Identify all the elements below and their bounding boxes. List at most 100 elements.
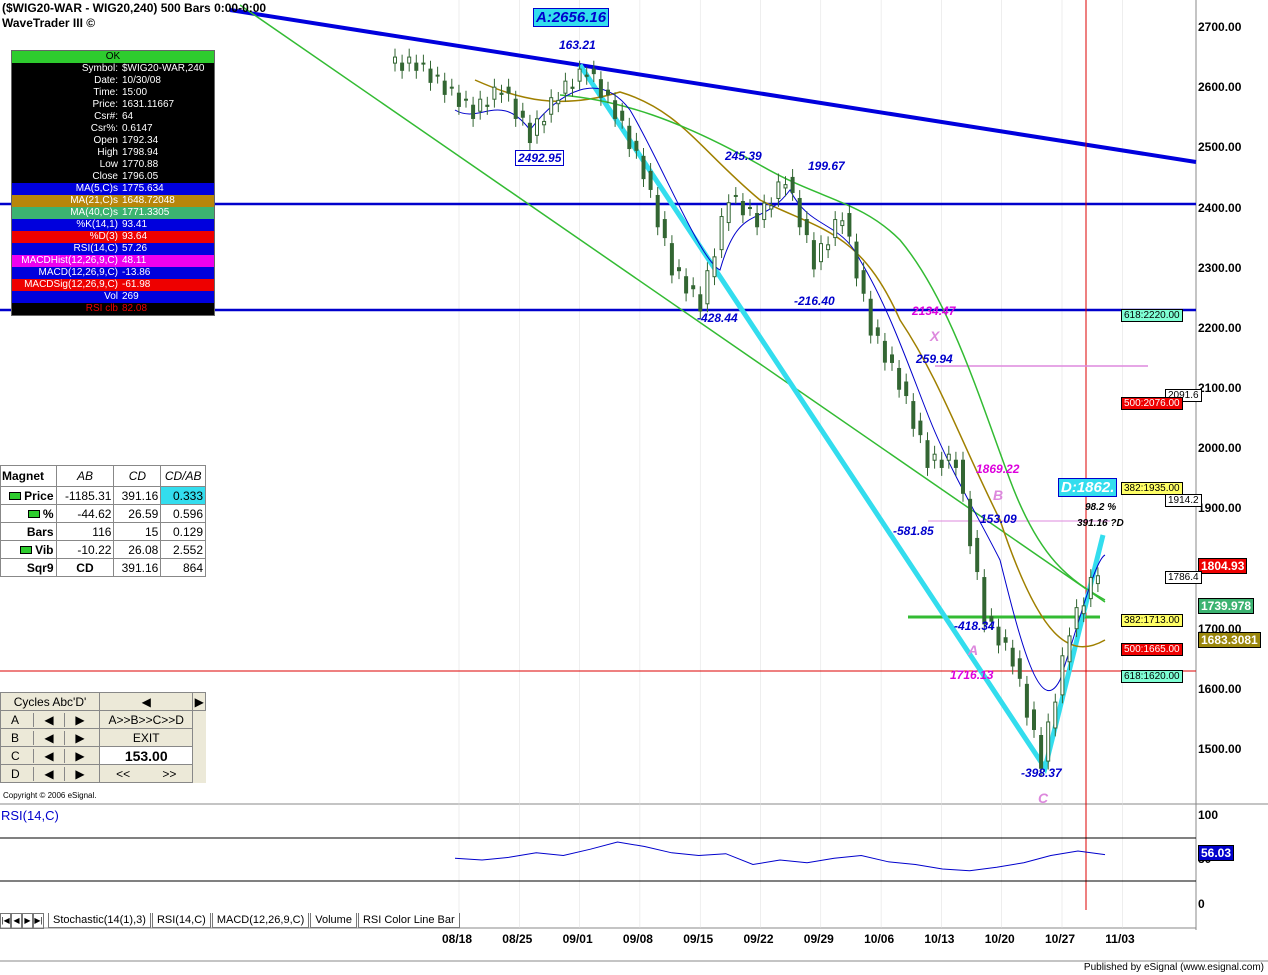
label-b: B [993,487,1004,503]
candle-body [847,213,852,237]
info-row: Symbol: $WIG20-WAR,240 [12,63,214,75]
cycle-value: 153.00 [98,746,194,765]
cycle-left-button[interactable]: ◀ [33,730,64,745]
candle-body [740,200,745,216]
tab-scroll-last-icon[interactable]: ▶| [33,913,44,929]
info-value: -61.98 [122,279,151,290]
indicator-tab[interactable]: Stochastic(14(1),3) [48,913,151,928]
candle-body [677,267,681,272]
candle-body [691,285,696,290]
cycle-left-button[interactable]: ◀ [33,748,64,763]
cycle-left-button[interactable]: ◀ [33,712,64,727]
price-tick: 1900.00 [1198,501,1242,516]
ma21-line [474,79,1106,648]
cycles-next-button[interactable]: ▶ [192,692,206,711]
candle-body [1053,701,1058,729]
info-value: 48.11 [122,255,147,266]
label-1716: 1716.13 [950,668,994,682]
candle-body [882,340,887,363]
abcd-button[interactable]: A>>B>>C>>D [98,710,194,729]
rsi-axis-0: 0 [1198,897,1205,911]
price-tick: 2000.00 [1198,441,1242,456]
rewind-button[interactable]: << [100,767,146,781]
price-tick: 2100.00 [1198,381,1242,396]
cycle-row-controls: D ◀ ▶ [0,764,100,783]
info-value: 1770.88 [122,159,159,170]
candle-body [719,216,724,251]
label-245: 245.39 [725,149,762,163]
sqr9-val2: 864 [160,558,206,577]
indicator-tab[interactable]: RSI Color Line Bar [357,913,460,928]
candle-body [570,86,575,89]
candle-body [577,68,582,82]
candle-body [776,181,781,199]
date-tick: 09/08 [622,932,653,946]
exit-button[interactable]: EXIT [98,728,194,747]
candle-body [535,118,539,136]
info-row: Vol 269 [12,291,214,303]
info-value: 1771.3305 [122,207,170,218]
indicator-tab[interactable]: MACD(12,26,9,C) [211,913,310,928]
info-row: %D(3) 93.64 [12,231,214,243]
candle-body [662,219,667,239]
level-tag: 1683.3081 [1198,632,1261,648]
magnet-row: Bars 116 15 0.129 [0,522,206,541]
cycle-right-button[interactable]: ▶ [64,712,95,727]
col-ab: AB [55,465,115,487]
candle-body [790,176,795,193]
indicator-tab[interactable]: Volume [310,913,357,928]
info-value: 82.08 [122,303,148,314]
candle-body [407,56,412,64]
tab-scroll-first-icon[interactable]: |◀ [0,913,11,929]
cycle-right-button[interactable]: ▶ [64,766,95,781]
tab-scroll-right-icon[interactable]: ▶ [22,913,33,929]
candle-body [513,98,518,119]
magnet-row-label: Vib [0,540,57,559]
candle-body [712,256,717,278]
info-row: MA(21,C)s 1648.72048 [12,195,214,207]
candle-body [492,86,497,100]
info-key: RSI clb [85,303,118,314]
magnet-cd: 26.08 [113,540,162,559]
magnet-cd: 391.16 [113,486,162,505]
candle-body [762,202,767,221]
info-value: 269 [122,291,139,302]
candle-body [1003,637,1008,643]
magnet-row-label: % [0,504,57,523]
candle-body [393,56,397,64]
candle-body [1032,709,1036,730]
magnet-ratio: 0.596 [160,504,206,523]
info-row: %K(14,1) 93.41 [12,219,214,231]
marker-icon [9,492,22,501]
price-tick: 2600.00 [1198,80,1242,95]
rewind-forward: << >> [98,764,194,783]
info-row: MACDSig(12,26,9,C) -61.98 [12,279,214,291]
price-tick: 2200.00 [1198,320,1242,335]
label-neg-216: -216.40 [794,294,835,308]
cycle-right-button[interactable]: ▶ [64,748,95,763]
indicator-tab[interactable]: RSI(14,C) [151,913,211,928]
info-row: RSI(14,C) 57.26 [12,243,214,255]
candle-body [1067,635,1072,663]
candle-body [783,184,788,189]
label-neg-398: -398.37 [1021,766,1062,780]
date-tick: 10/06 [864,932,895,946]
candle-body [669,243,674,276]
copyright: Copyright © 2006 eSignal. [3,791,97,800]
cycles-prev-button[interactable]: ◀ [98,692,194,711]
info-value: 1792.34 [122,135,159,146]
forward-button[interactable]: >> [146,767,192,781]
cycle-right-button[interactable]: ▶ [64,730,95,745]
label-163: 163.21 [559,38,596,52]
cycle-left-button[interactable]: ◀ [33,766,64,781]
tab-scroll-left-icon[interactable]: ◀ [11,913,22,929]
magnet-cd: 15 [113,522,162,541]
candle-body [918,420,923,436]
candle-body [598,79,603,98]
magnet-row: Vib -10.22 26.08 2.552 [0,540,206,559]
magnet-ab: -10.22 [55,540,115,559]
date-tick: 09/01 [562,932,593,946]
candle-body [464,98,468,101]
info-row: MA(5,C)s 1775.634 [12,183,214,195]
date-tick: 10/13 [924,932,955,946]
